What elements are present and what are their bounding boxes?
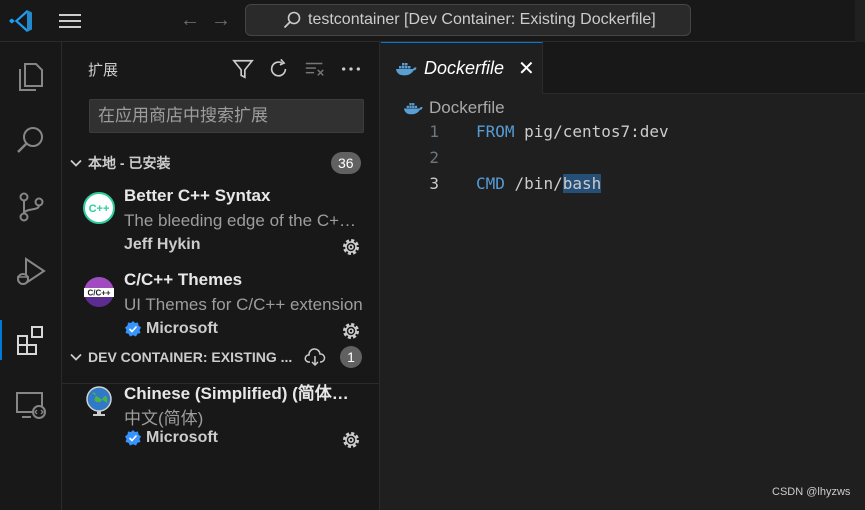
publisher-name: Microsoft (146, 429, 218, 446)
explorer-icon[interactable] (0, 49, 62, 105)
extension-publisher: Microsoft (124, 320, 218, 338)
gear-icon[interactable] (340, 429, 362, 451)
verified-badge-icon (125, 430, 141, 446)
back-arrow-icon[interactable]: ← (180, 9, 200, 32)
gear-icon[interactable] (340, 320, 362, 342)
extension-description: The bleeding edge of the C++ syntax (124, 211, 364, 230)
publisher-name: Microsoft (146, 320, 218, 337)
keyword: FROM (476, 122, 515, 141)
code-line: 3 CMD /bin/bash (381, 174, 865, 200)
installed-count-badge: 36 (331, 152, 361, 174)
extension-name: C/C++ Themes (124, 270, 243, 289)
gear-icon[interactable] (340, 236, 362, 258)
extension-publisher: Jeff Hykin (124, 236, 200, 254)
sidebar-title: 扩展 (88, 62, 119, 79)
remote-explorer-icon[interactable] (0, 377, 62, 433)
run-debug-icon[interactable] (0, 244, 62, 300)
docker-whale-icon (403, 101, 423, 116)
code-text: CMD /bin/bash (476, 174, 602, 193)
sidebar-actions (230, 56, 364, 82)
extension-search-input[interactable] (90, 100, 363, 132)
title-bar: ← → testcontainer [Dev Container: Existi… (0, 0, 865, 42)
chevron-down-icon (68, 349, 84, 365)
line-number: 1 (429, 122, 439, 141)
dev-container-count-badge: 1 (340, 346, 362, 368)
extension-item-cpp-themes[interactable]: C/C++ C/C++ Themes UI Themes for C/C++ e… (62, 270, 379, 354)
editor-tab-bar: Dockerfile ✕ (381, 42, 865, 94)
extension-publisher: Microsoft (124, 429, 218, 447)
cloud-download-icon[interactable] (304, 346, 326, 368)
publisher-name: Jeff Hykin (124, 236, 201, 253)
activity-bar (0, 42, 62, 510)
search-icon (282, 10, 302, 30)
search-view-icon[interactable] (0, 112, 62, 168)
section-header-dev-container[interactable]: DEV CONTAINER: EXISTING ... (62, 344, 379, 370)
extensions-sidebar: 扩展 本地 - 已安装 36 C++ Better C++ Syn (62, 42, 380, 510)
command-center-text: testcontainer [Dev Container: Existing D… (308, 11, 656, 28)
code-rest: pig/centos7:dev (514, 122, 669, 141)
selected-text: bash (562, 174, 602, 193)
extension-description: 中文(简体) (124, 409, 204, 428)
chevron-down-icon (68, 155, 84, 171)
code-line: 2 (381, 148, 865, 174)
line-number: 2 (429, 148, 439, 167)
close-icon[interactable]: ✕ (518, 56, 535, 81)
svg-text:C++: C++ (89, 203, 110, 215)
extension-item-better-cpp-syntax[interactable]: C++ Better C++ Syntax The bleeding edge … (62, 186, 379, 270)
filter-icon[interactable] (230, 56, 256, 82)
code-line: 1 FROM pig/centos7:dev (381, 122, 865, 148)
tab-dockerfile[interactable]: Dockerfile ✕ (381, 42, 543, 94)
svg-text:C/C++: C/C++ (87, 289, 110, 298)
cpp-extension-icon: C++ (83, 192, 115, 224)
tab-label: Dockerfile (424, 58, 505, 78)
source-control-icon[interactable] (0, 179, 62, 235)
extension-search-box[interactable] (89, 99, 364, 133)
section-title: 本地 - 已安装 (88, 155, 171, 171)
title-bar-edge (855, 0, 865, 42)
code-rest: /bin/ (504, 174, 563, 193)
line-number: 3 (429, 174, 439, 193)
watermark: CSDN @lhyzws (772, 486, 851, 498)
globe-icon (83, 385, 115, 417)
extension-item-chinese-language-pack[interactable]: Chinese (Simplified) (简体中文) 中文(简体) Micro… (62, 379, 379, 463)
section-title: DEV CONTAINER: EXISTING ... (88, 349, 293, 365)
verified-badge-icon (125, 321, 141, 337)
extension-name: Chinese (Simplified) (简体中文) (124, 384, 364, 403)
hamburger-menu-icon[interactable] (58, 11, 82, 31)
docker-whale-icon (395, 61, 417, 77)
forward-arrow-icon[interactable]: → (211, 9, 231, 32)
code-text: FROM pig/centos7:dev (476, 122, 669, 141)
command-center[interactable]: testcontainer [Dev Container: Existing D… (245, 4, 691, 36)
vscode-logo-icon (8, 8, 34, 34)
refresh-icon[interactable] (266, 56, 292, 82)
breadcrumb[interactable]: Dockerfile (403, 98, 505, 118)
keyword: CMD (476, 174, 505, 193)
breadcrumb-filename: Dockerfile (429, 98, 505, 117)
extension-name: Better C++ Syntax (124, 186, 271, 205)
extension-description: UI Themes for C/C++ extension (124, 295, 363, 314)
more-actions-icon[interactable] (338, 56, 364, 82)
cpp-themes-extension-icon: C/C++ (83, 276, 115, 308)
code-editor[interactable]: Dockerfile 1 FROM pig/centos7:dev 2 3 CM… (381, 94, 865, 510)
clear-search-icon[interactable] (302, 56, 328, 82)
extensions-icon[interactable] (0, 312, 62, 368)
